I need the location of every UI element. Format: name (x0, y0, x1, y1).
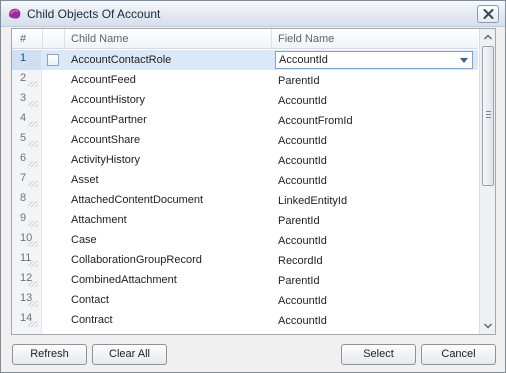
row-number: 3 (12, 90, 42, 110)
column-header-number: # (20, 33, 27, 45)
row-number: 8 (12, 190, 42, 210)
close-icon (483, 9, 494, 19)
field-name-cell: AccountId (278, 155, 327, 167)
title-bar[interactable]: Child Objects Of Account (1, 1, 505, 27)
refresh-button[interactable]: Refresh (12, 344, 87, 365)
row-number: 12 (12, 270, 42, 290)
field-name-cell: RecordId (278, 255, 323, 267)
table-row[interactable]: 3 AccountHistory AccountId (12, 90, 478, 110)
child-name-cell: Case (71, 234, 97, 246)
child-name-cell: Asset (71, 174, 99, 186)
child-name-cell: AccountHistory (71, 94, 145, 106)
table-row[interactable]: 12 CombinedAttachment ParentId (12, 270, 478, 290)
row-number: 10 (12, 230, 42, 250)
column-header-field-name[interactable]: Field Name (278, 33, 334, 45)
close-button[interactable] (477, 5, 499, 23)
row-number: 1 (12, 50, 42, 70)
field-name-cell: AccountId (278, 235, 327, 247)
child-name-cell: Contract (71, 314, 113, 326)
table-row[interactable]: 10 Case AccountId (12, 230, 478, 250)
field-name-value: AccountId (279, 54, 328, 66)
field-name-cell: LinkedEntityId (278, 195, 348, 207)
table-row[interactable]: 9 Attachment ParentId (12, 210, 478, 230)
row-number: 6 (12, 150, 42, 170)
row-number: 11 (12, 250, 42, 270)
column-header-child-name[interactable]: Child Name (71, 33, 128, 45)
app-icon (7, 7, 22, 20)
scroll-thumb[interactable] (482, 46, 494, 186)
child-objects-grid[interactable]: # Child Name Field Name 1 AccountContactR… (11, 28, 496, 335)
table-row[interactable]: 6 ActivityHistory AccountId (12, 150, 478, 170)
child-name-cell: Attachment (71, 214, 127, 226)
chevron-up-icon (484, 34, 492, 40)
child-name-cell: AccountFeed (71, 74, 136, 86)
row-number: 5 (12, 130, 42, 150)
table-row[interactable]: 5 AccountShare AccountId (12, 130, 478, 150)
row-number: 4 (12, 110, 42, 130)
table-row[interactable]: 8 AttachedContentDocument LinkedEntityId (12, 190, 478, 210)
grid-header: # Child Name Field Name (12, 29, 478, 49)
field-name-cell: AccountId (278, 315, 327, 327)
child-name-cell: AttachedContentDocument (71, 194, 204, 206)
child-name-cell: AccountContactRole (71, 54, 172, 66)
chevron-down-icon (484, 323, 492, 329)
table-row[interactable]: 7 Asset AccountId (12, 170, 478, 190)
row-number: 9 (12, 210, 42, 230)
vertical-scrollbar[interactable] (479, 29, 495, 334)
table-row[interactable]: 11 CollaborationGroupRecord RecordId (12, 250, 478, 270)
chevron-down-icon (460, 58, 468, 63)
clear-all-button[interactable]: Clear All (92, 344, 167, 365)
scroll-up-button[interactable] (480, 29, 495, 45)
field-name-cell: AccountId (278, 295, 327, 307)
row-number: 7 (12, 170, 42, 190)
table-row[interactable]: 1 AccountContactRole AccountId (12, 50, 478, 70)
field-name-cell: AccountId (278, 135, 327, 147)
child-objects-dialog: Child Objects Of Account # Child Name Fi… (0, 0, 506, 373)
child-name-cell: CombinedAttachment (71, 274, 177, 286)
child-name-cell: ActivityHistory (71, 154, 141, 166)
field-name-dropdown[interactable]: AccountId (275, 51, 473, 69)
scroll-down-button[interactable] (480, 318, 495, 334)
select-button[interactable]: Select (341, 344, 416, 365)
child-name-cell: Contact (71, 294, 109, 306)
row-checkbox[interactable] (47, 54, 59, 66)
row-number: 14 (12, 310, 42, 330)
child-name-cell: AccountShare (71, 134, 141, 146)
window-title: Child Objects Of Account (27, 7, 161, 21)
grid-rows: 1 AccountContactRole AccountId 2 AccountFeed… (12, 50, 478, 334)
cancel-button[interactable]: Cancel (421, 344, 496, 365)
table-row[interactable]: 2 AccountFeed ParentId (12, 70, 478, 90)
field-name-cell: ParentId (278, 275, 320, 287)
table-row[interactable]: 13 Contact AccountId (12, 290, 478, 310)
row-number: 2 (12, 70, 42, 90)
row-number (12, 330, 42, 334)
field-name-cell: ParentId (278, 75, 320, 87)
child-name-cell: AccountPartner (71, 114, 147, 126)
row-number: 13 (12, 290, 42, 310)
field-name-cell: AccountFromId (278, 115, 353, 127)
child-name-cell: CollaborationGroupRecord (71, 254, 202, 266)
field-name-cell: ParentId (278, 215, 320, 227)
field-name-cell: AccountId (278, 175, 327, 187)
field-name-cell: AccountId (278, 95, 327, 107)
table-row[interactable] (12, 330, 478, 334)
table-row[interactable]: 4 AccountPartner AccountFromId (12, 110, 478, 130)
table-row[interactable]: 14 Contract AccountId (12, 310, 478, 330)
